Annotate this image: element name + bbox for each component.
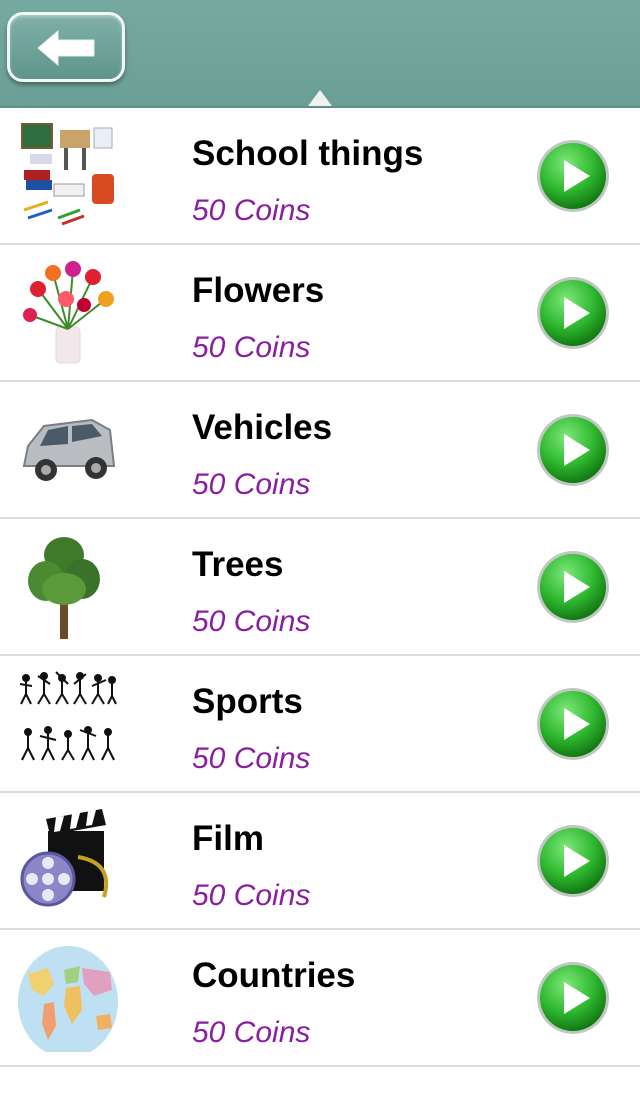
- back-button[interactable]: [7, 12, 125, 82]
- play-button[interactable]: [534, 410, 612, 490]
- category-list: School things 50 Coins Flowers 50 Coins …: [0, 108, 640, 1067]
- category-title: Film: [192, 819, 264, 858]
- play-button[interactable]: [534, 273, 612, 353]
- category-title: Countries: [192, 956, 356, 995]
- app-screen: School things 50 Coins Flowers 50 Coins …: [0, 0, 640, 1096]
- category-price: 50 Coins: [192, 331, 311, 364]
- sports-silhouettes-image: [19, 671, 117, 761]
- list-item[interactable]: School things 50 Coins: [0, 108, 640, 245]
- play-button[interactable]: [534, 684, 612, 764]
- school-things-image: [21, 123, 114, 226]
- category-title: Sports: [192, 682, 303, 721]
- list-item[interactable]: Sports 50 Coins: [0, 656, 640, 793]
- category-title: Flowers: [192, 271, 325, 310]
- category-price: 50 Coins: [192, 1016, 311, 1049]
- car-image: [22, 418, 116, 481]
- category-title: Trees: [192, 545, 284, 584]
- world-map-image: [18, 946, 118, 1052]
- list-item[interactable]: Film 50 Coins: [0, 793, 640, 930]
- header-pointer: [308, 90, 332, 106]
- category-title: School things: [192, 134, 424, 173]
- play-button[interactable]: [534, 547, 612, 627]
- category-price: 50 Coins: [192, 879, 311, 912]
- film-reel-clapperboard-image: [20, 809, 109, 907]
- play-button[interactable]: [534, 136, 612, 216]
- category-price: 50 Coins: [192, 605, 311, 638]
- top-bar: [0, 0, 640, 108]
- play-button[interactable]: [534, 958, 612, 1038]
- category-price: 50 Coins: [192, 194, 311, 227]
- list-item[interactable]: Trees 50 Coins: [0, 519, 640, 656]
- list-item[interactable]: Flowers 50 Coins: [0, 245, 640, 382]
- left-arrow-icon: [37, 29, 95, 67]
- category-title: Vehicles: [192, 408, 333, 447]
- play-button[interactable]: [534, 821, 612, 901]
- category-price: 50 Coins: [192, 468, 311, 501]
- list-item[interactable]: Vehicles 50 Coins: [0, 382, 640, 519]
- tree-image: [28, 537, 100, 639]
- category-price: 50 Coins: [192, 742, 311, 775]
- list-item[interactable]: Countries 50 Coins: [0, 930, 640, 1067]
- flowers-image: [23, 261, 114, 364]
